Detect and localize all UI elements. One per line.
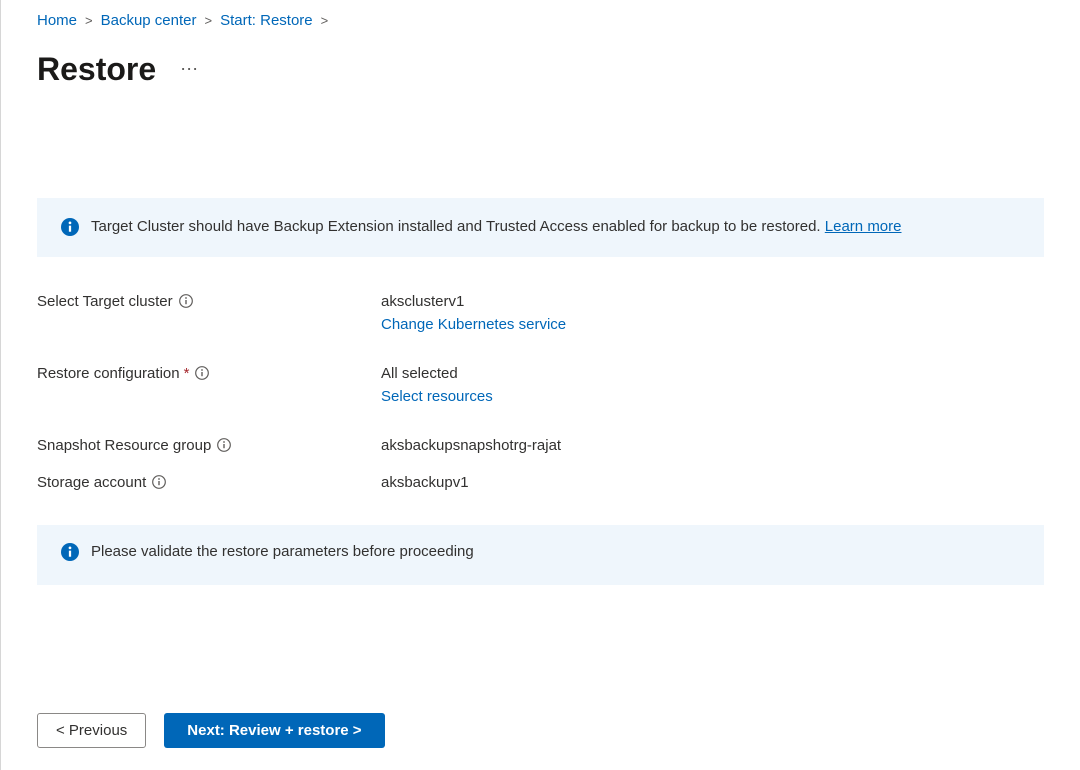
info-icon [61,218,79,236]
info-icon[interactable] [152,475,166,489]
required-indicator: * [184,365,190,382]
info-icon [61,543,79,561]
target-cluster-label: Select Target cluster [37,293,173,310]
chevron-right-icon: > [205,13,213,28]
info-icon[interactable] [179,294,193,308]
restore-configuration-label: Restore configuration [37,365,180,382]
storage-account-value: aksbackupv1 [381,474,469,491]
info-banner-validate: Please validate the restore parameters b… [37,525,1044,586]
info-banner-text: Target Cluster should have Backup Extens… [91,216,902,239]
info-banner-target-cluster: Target Cluster should have Backup Extens… [37,198,1044,257]
wizard-footer: < Previous Next: Review + restore > [37,713,385,748]
info-icon[interactable] [195,366,209,380]
chevron-right-icon: > [85,13,93,28]
change-kubernetes-service-link[interactable]: Change Kubernetes service [381,316,566,333]
breadcrumb-start-restore[interactable]: Start: Restore [220,12,313,29]
snapshot-resource-group-label: Snapshot Resource group [37,437,211,454]
breadcrumb: Home > Backup center > Start: Restore > [37,8,1044,29]
breadcrumb-backup-center[interactable]: Backup center [101,12,197,29]
restore-configuration-value: All selected [381,365,493,382]
previous-button[interactable]: < Previous [37,713,146,748]
page-title: Restore [37,51,156,88]
info-banner-validate-text: Please validate the restore parameters b… [91,543,474,560]
breadcrumb-home[interactable]: Home [37,12,77,29]
select-resources-link[interactable]: Select resources [381,388,493,405]
more-actions-icon[interactable]: ⋯ [180,59,199,80]
info-icon[interactable] [217,438,231,452]
storage-account-label: Storage account [37,474,146,491]
learn-more-link[interactable]: Learn more [825,218,902,235]
snapshot-resource-group-value: aksbackupsnapshotrg-rajat [381,437,561,454]
chevron-right-icon: > [321,13,329,28]
next-review-restore-button[interactable]: Next: Review + restore > [164,713,384,748]
target-cluster-value: aksclusterv1 [381,293,566,310]
